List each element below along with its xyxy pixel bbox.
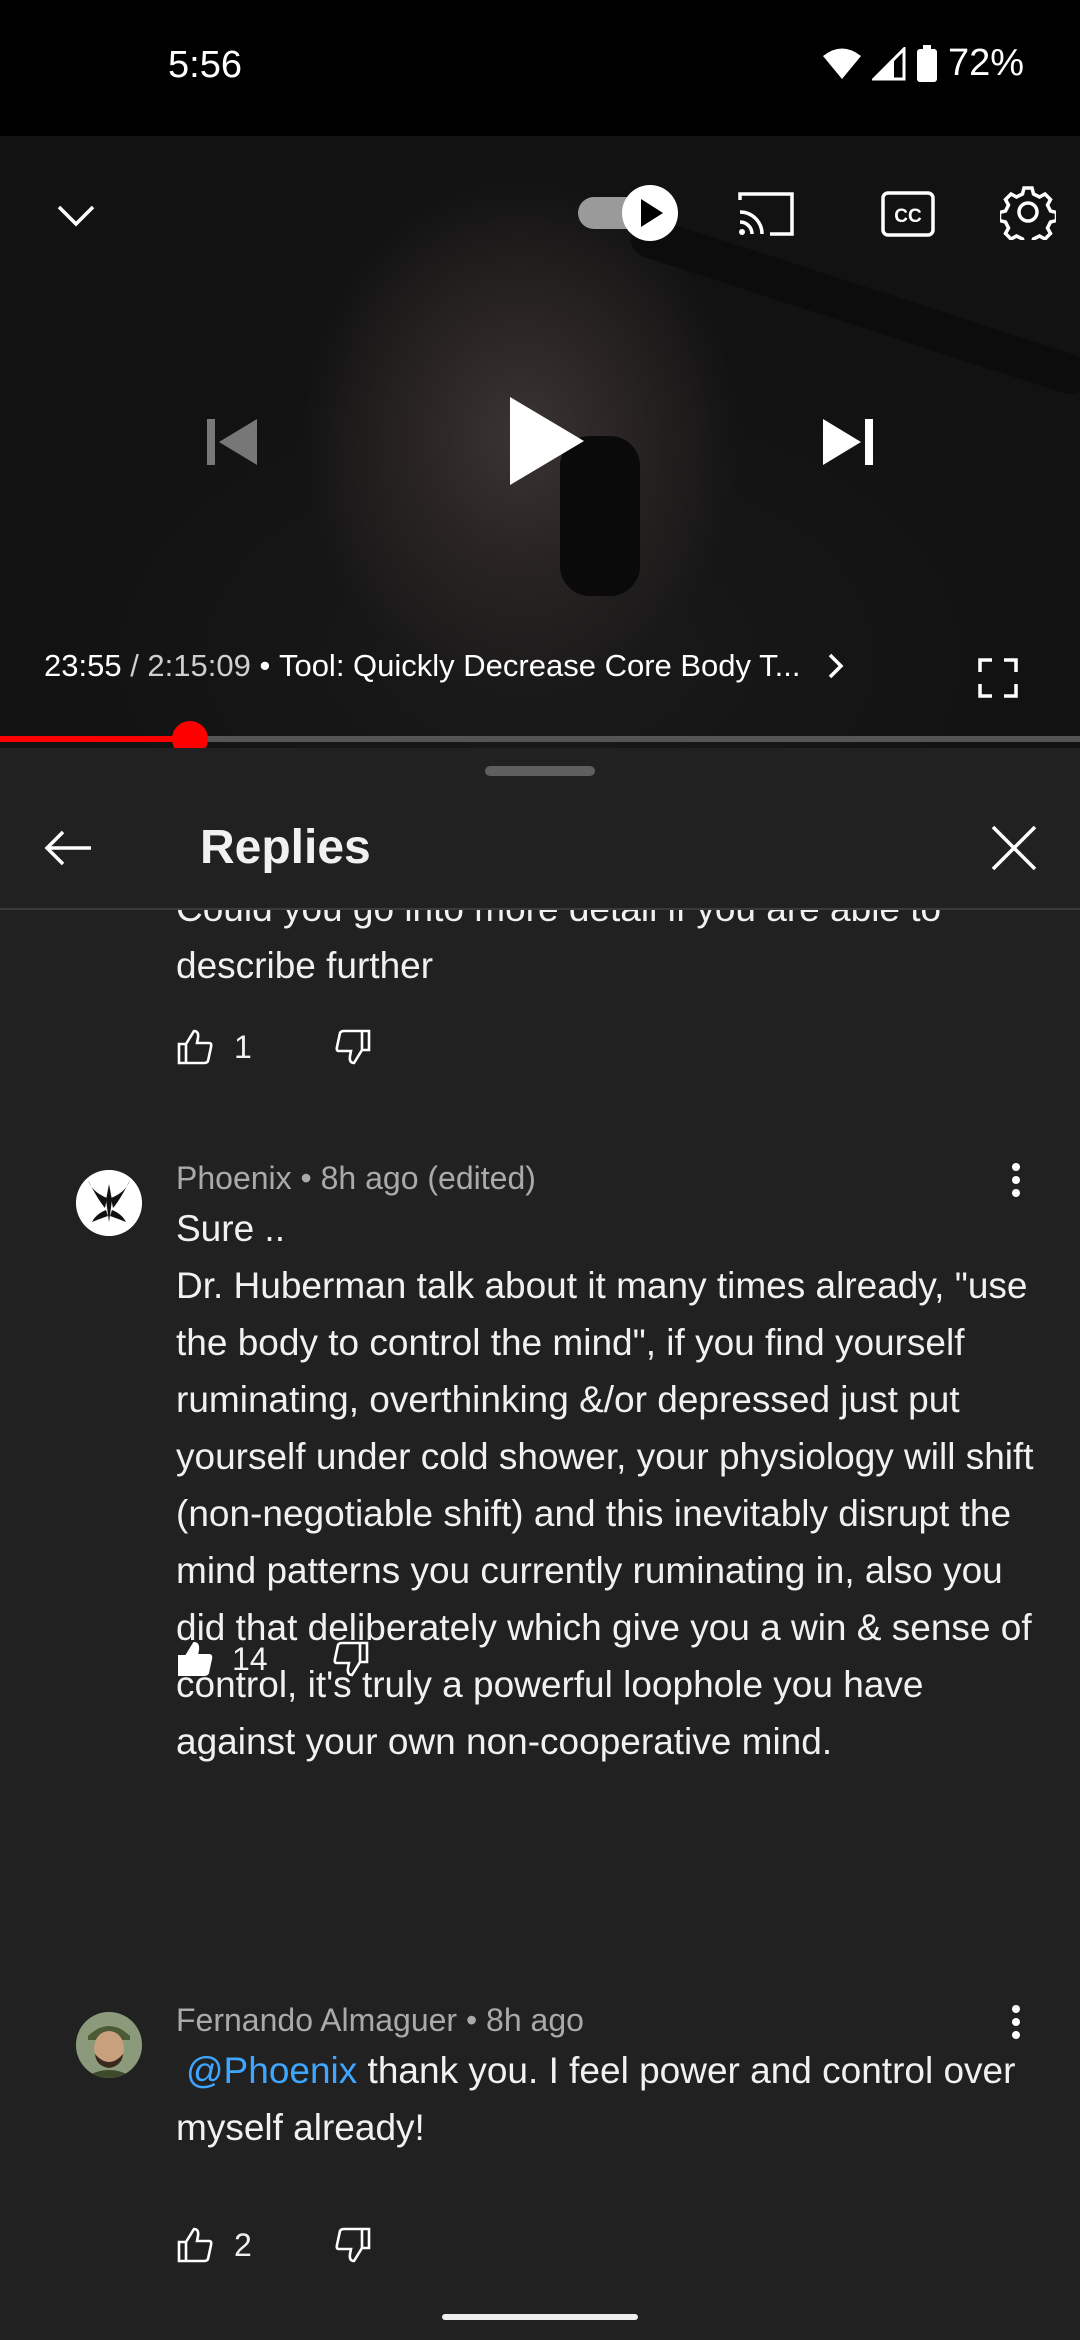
like-icon[interactable] (176, 2226, 214, 2264)
reply-actions: 2 (176, 2226, 372, 2264)
like-count: 14 (232, 1640, 268, 1677)
like-count: 1 (234, 1028, 252, 1065)
author-name[interactable]: Phoenix (176, 1160, 292, 1196)
time-current: 23:55 (44, 648, 122, 683)
like-icon[interactable] (176, 1028, 214, 1066)
cast-button[interactable] (734, 182, 798, 246)
more-vert-icon (1012, 2005, 1020, 2039)
time-separator: / (121, 648, 148, 683)
signal-icon (871, 46, 906, 80)
status-time: 5:56 (168, 44, 242, 86)
back-button[interactable] (36, 816, 100, 880)
replies-sheet: Replies Could you go into more detail if… (0, 748, 1080, 2340)
autoplay-toggle[interactable] (576, 178, 682, 248)
more-vert-icon (1012, 1163, 1020, 1197)
settings-button[interactable] (996, 180, 1060, 244)
chevron-down-icon (57, 205, 95, 227)
avatar[interactable] (76, 2012, 142, 2078)
play-icon (510, 397, 584, 485)
reply-text-container: @Phoenix thank you. I feel power and con… (176, 2042, 1036, 2156)
svg-text:CC: CC (894, 206, 922, 227)
cc-icon: CC (881, 191, 935, 237)
video-meta[interactable]: 23:55 / 2:15:09 • Tool: Quickly Decrease… (44, 648, 848, 684)
gesture-nav-bar[interactable] (442, 2314, 638, 2320)
title-separator: • (250, 648, 279, 683)
battery-level: 72% (947, 42, 1024, 84)
progress-played (0, 736, 191, 742)
fullscreen-icon (978, 658, 1018, 698)
battery-icon (916, 44, 937, 82)
drag-handle[interactable] (485, 766, 595, 776)
next-icon (823, 419, 873, 465)
reply-text: Could you go into more detail if you are… (176, 910, 941, 986)
close-button[interactable] (982, 816, 1046, 880)
dislike-icon[interactable] (332, 1640, 370, 1678)
sheet-title: Replies (200, 821, 371, 874)
video-progress-bar[interactable] (0, 721, 1080, 757)
captions-button[interactable]: CC (876, 182, 940, 246)
like-count: 2 (234, 2226, 252, 2263)
reply-timestamp: • 8h ago (edited) (291, 1160, 536, 1196)
dislike-icon[interactable] (334, 1028, 372, 1066)
next-button[interactable] (816, 410, 880, 474)
mention-link[interactable]: @Phoenix (186, 2050, 357, 2091)
fernando-avatar-icon (76, 2012, 142, 2078)
sheet-header: Replies (0, 788, 1080, 910)
video-title[interactable]: Tool: Quickly Decrease Core Body T... (279, 648, 800, 684)
reply-actions: 1 (176, 1028, 372, 1066)
avatar[interactable] (76, 1170, 142, 1236)
autoplay-toggle-icon (578, 185, 678, 241)
dislike-icon[interactable] (334, 2226, 372, 2264)
reply-timestamp: • 8h ago (457, 2002, 584, 2038)
chevron-right-icon (829, 653, 844, 679)
previous-icon (207, 419, 257, 465)
reply-actions: 14 (176, 1640, 370, 1678)
time-total: 2:15:09 (147, 648, 251, 683)
replies-list[interactable]: Could you go into more detail if you are… (0, 910, 1080, 2320)
back-arrow-icon (44, 830, 91, 866)
like-icon[interactable] (176, 1640, 214, 1678)
wifi-icon (822, 48, 861, 79)
status-bar: 5:56 72% (0, 0, 1080, 136)
play-button[interactable] (496, 388, 596, 494)
author-name[interactable]: Fernando Almaguer (176, 2002, 457, 2038)
status-icons: 72% (822, 42, 1024, 85)
minimize-button[interactable] (46, 186, 106, 246)
previous-button[interactable] (200, 410, 264, 474)
cast-icon (738, 192, 794, 236)
settings-icon (1000, 186, 1056, 240)
close-icon (991, 825, 1037, 871)
reply-meta: Fernando Almaguer • 8h ago (176, 2002, 584, 2039)
reply-text: Sure .. Dr. Huberman talk about it many … (176, 1208, 1034, 1762)
reply-meta: Phoenix • 8h ago (edited) (176, 1160, 536, 1197)
phoenix-avatar-icon (76, 1170, 142, 1236)
fullscreen-button[interactable] (970, 650, 1026, 706)
